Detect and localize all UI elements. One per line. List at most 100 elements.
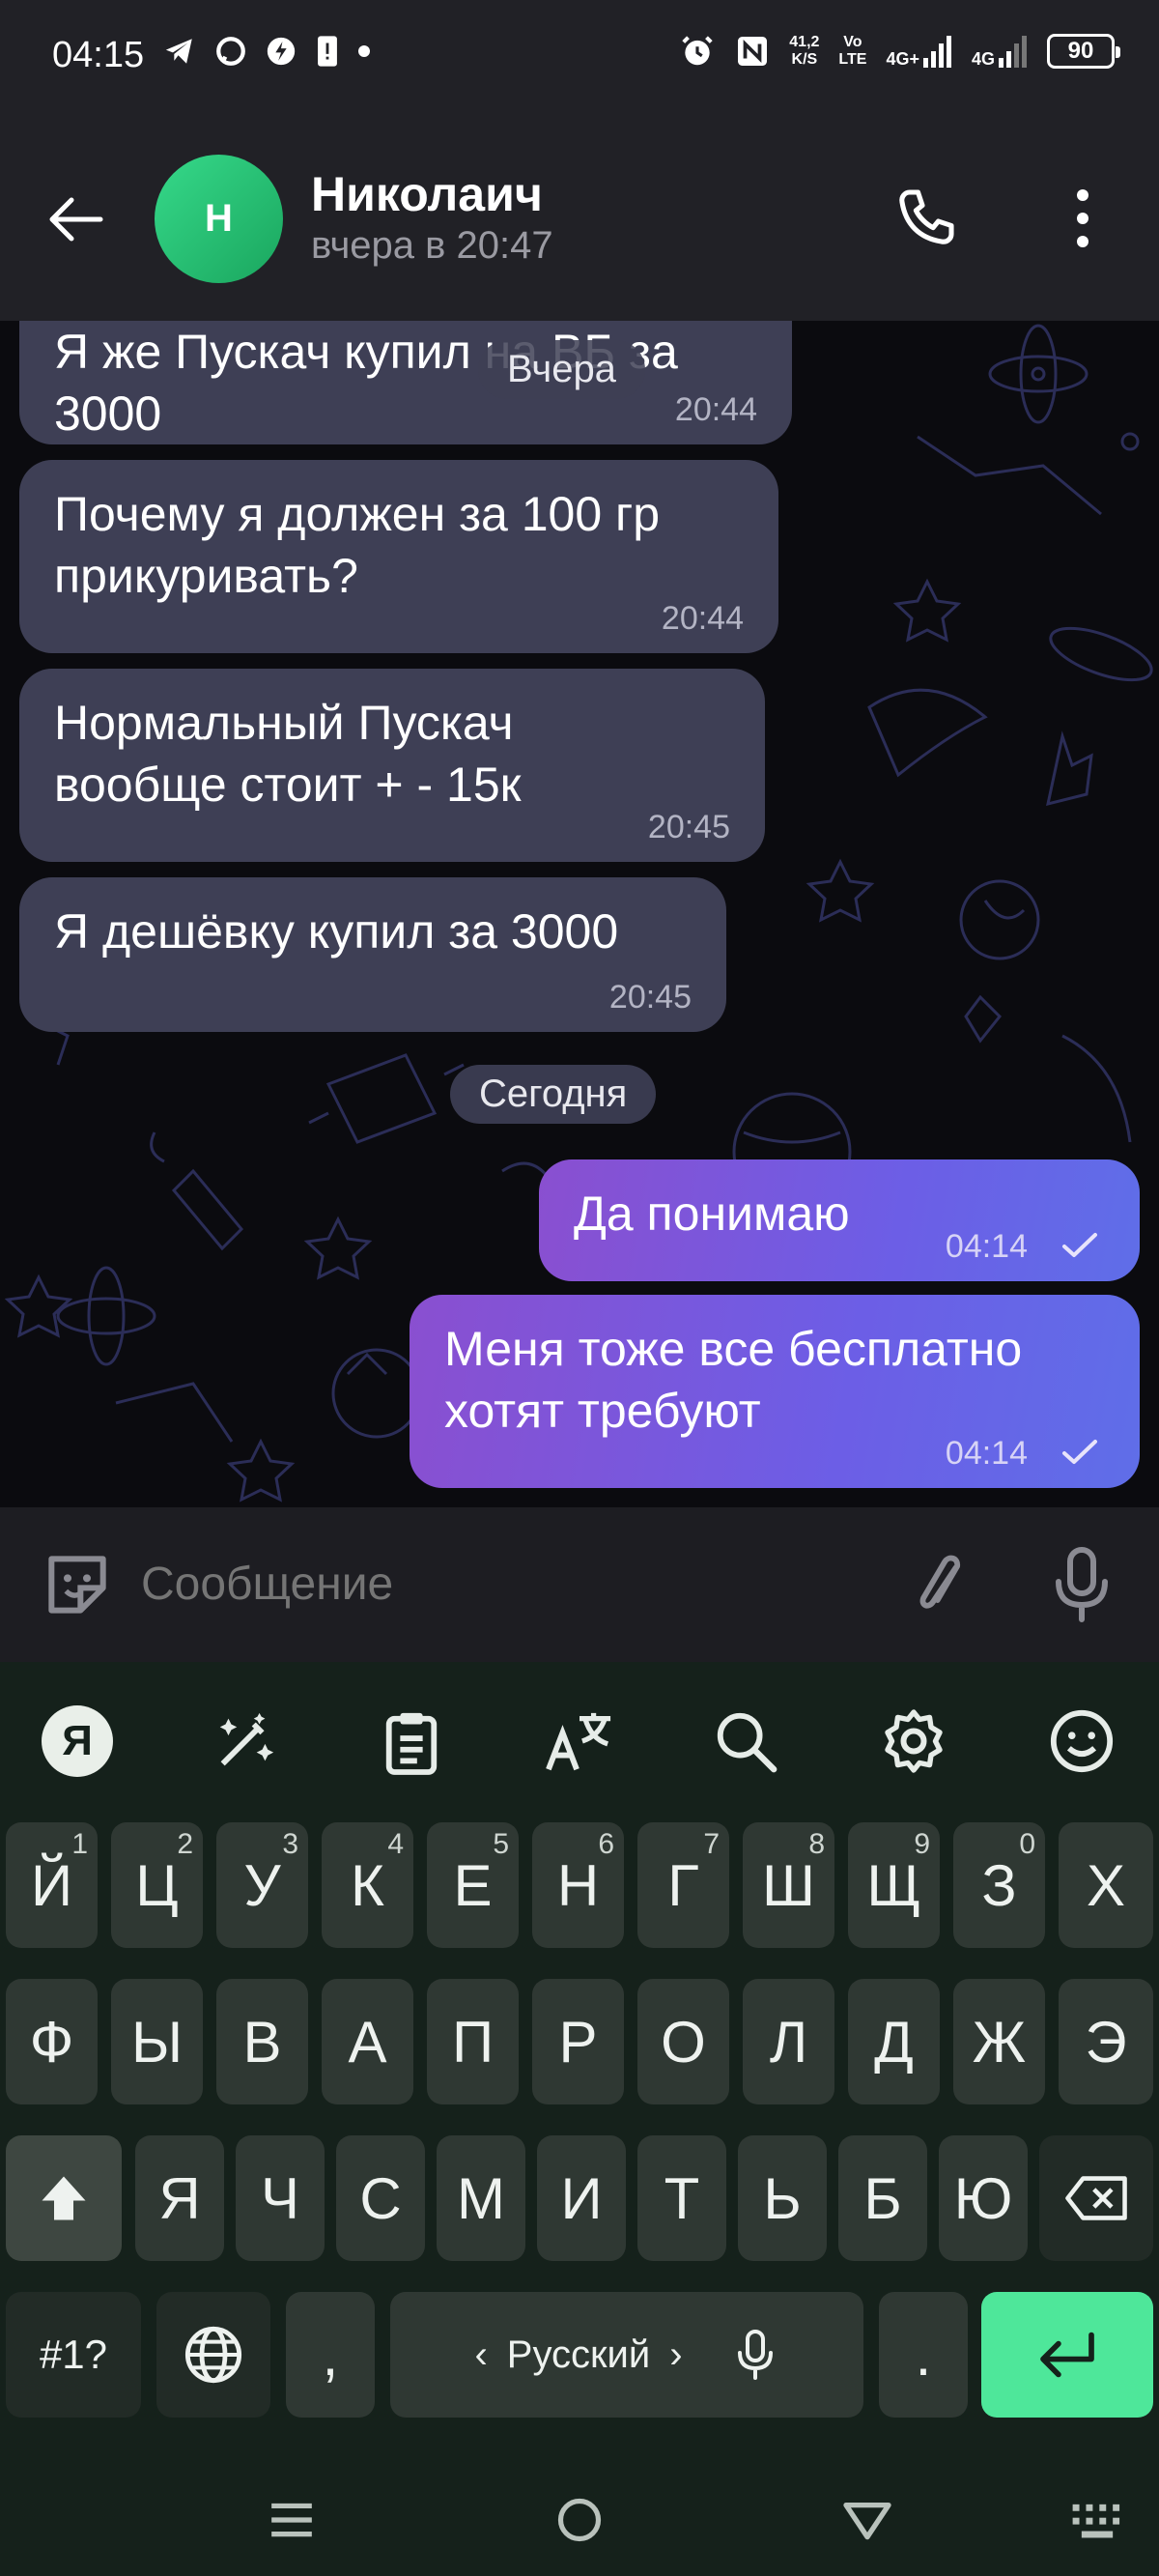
sim-alert-icon bbox=[318, 36, 337, 67]
backspace-key[interactable] bbox=[1039, 2135, 1153, 2261]
key-у[interactable]: У3 bbox=[216, 1822, 308, 1948]
message-text: Я же Пускач купил на ВБ за 3000 bbox=[54, 325, 678, 441]
contact-name[interactable]: Николаич bbox=[311, 166, 543, 222]
system-navigation-bar bbox=[0, 2460, 1159, 2576]
telegram-icon bbox=[165, 39, 192, 64]
translate-icon[interactable] bbox=[541, 1703, 618, 1780]
clipboard-icon[interactable] bbox=[373, 1703, 450, 1780]
enter-key[interactable] bbox=[981, 2292, 1153, 2418]
key-ы[interactable]: Ы bbox=[111, 1979, 203, 2104]
phone-call-icon[interactable] bbox=[890, 184, 960, 253]
shift-arrow-icon bbox=[42, 2176, 86, 2220]
key-ж[interactable]: Ж bbox=[953, 1979, 1045, 2104]
more-vertical-icon[interactable] bbox=[1059, 184, 1107, 253]
message-text: Почему я должен за 100 гр прикуривать? bbox=[54, 487, 661, 603]
yandex-logo-icon[interactable]: Я bbox=[39, 1703, 116, 1780]
key-в[interactable]: В bbox=[216, 1979, 308, 2104]
sent-check-icon bbox=[1062, 1233, 1097, 1257]
key-п[interactable]: П bbox=[427, 1979, 519, 2104]
chat-header: Н Николаич вчера в 20:47 bbox=[0, 116, 1159, 321]
message-time: 04:14 bbox=[945, 1228, 1028, 1265]
space-language-label: Русский bbox=[506, 2333, 651, 2376]
key-и[interactable]: И bbox=[537, 2135, 626, 2261]
back-triangle-icon[interactable] bbox=[829, 2481, 906, 2559]
recents-menu-icon[interactable] bbox=[253, 2481, 330, 2559]
key-с[interactable]: С bbox=[336, 2135, 425, 2261]
key-ь[interactable]: Ь bbox=[738, 2135, 827, 2261]
signal-icon bbox=[999, 36, 1027, 68]
message-incoming[interactable]: Я же Пускач купил на ВБ за 3000 20:44 bbox=[19, 321, 792, 444]
alarm-icon bbox=[682, 36, 713, 66]
search-icon[interactable] bbox=[707, 1703, 784, 1780]
shift-key[interactable] bbox=[6, 2135, 122, 2261]
key-г[interactable]: Г7 bbox=[637, 1822, 729, 1948]
message-incoming[interactable]: Я дешёвку купил за 3000 20:45 bbox=[19, 877, 726, 1032]
message-outgoing[interactable]: Да понимаю 04:14 bbox=[539, 1159, 1140, 1281]
message-text: Меня тоже все бесплатно хотят требуют bbox=[444, 1322, 1023, 1438]
key-л[interactable]: Л bbox=[743, 1979, 834, 2104]
home-circle-icon[interactable] bbox=[541, 2481, 618, 2559]
key-б[interactable]: Б bbox=[838, 2135, 927, 2261]
comma-key[interactable]: , bbox=[286, 2292, 375, 2418]
magic-wand-icon[interactable] bbox=[207, 1703, 284, 1780]
message-incoming[interactable]: Почему я должен за 100 гр прикуривать? 2… bbox=[19, 460, 778, 653]
key-о[interactable]: О bbox=[637, 1979, 729, 2104]
key-я[interactable]: Я bbox=[135, 2135, 224, 2261]
message-time: 20:45 bbox=[647, 809, 730, 845]
message-incoming[interactable]: Нормальный Пускач вообще стоит + - 15к 2… bbox=[19, 669, 765, 862]
messenger-icon bbox=[216, 37, 245, 66]
signal-icon bbox=[922, 36, 951, 68]
message-time: 20:45 bbox=[608, 979, 692, 1016]
status-system-icons: 41,2 K/S Vo LTE 4G+ 4G 90 bbox=[679, 33, 1120, 70]
message-text: Я дешёвку купил за 3000 bbox=[54, 904, 619, 959]
key-ю[interactable]: Ю bbox=[939, 2135, 1028, 2261]
message-outgoing[interactable]: Меня тоже все бесплатно хотят требуют 04… bbox=[410, 1295, 1140, 1488]
key-а[interactable]: А bbox=[322, 1979, 413, 2104]
battery-indicator: 90 bbox=[1047, 34, 1120, 69]
key-х[interactable]: Х bbox=[1059, 1822, 1153, 1948]
attach-paperclip-icon[interactable] bbox=[908, 1544, 975, 1625]
signal-sim1: 4G+ bbox=[886, 35, 952, 68]
key-р[interactable]: Р bbox=[532, 1979, 624, 2104]
globe-icon bbox=[184, 2326, 242, 2384]
nfc-icon bbox=[738, 37, 768, 66]
sent-check-icon bbox=[1062, 1440, 1097, 1464]
key-д[interactable]: Д bbox=[848, 1979, 940, 2104]
microphone-icon[interactable] bbox=[1047, 1544, 1117, 1625]
signal-sim2: 4G bbox=[972, 35, 1028, 68]
status-notification-icons bbox=[162, 35, 371, 68]
back-arrow-icon[interactable] bbox=[46, 195, 104, 243]
space-key[interactable]: ‹ Русский › bbox=[390, 2292, 863, 2418]
key-м[interactable]: М bbox=[437, 2135, 525, 2261]
key-н[interactable]: Н6 bbox=[532, 1822, 624, 1948]
language-globe-key[interactable] bbox=[156, 2292, 270, 2418]
key-ш[interactable]: Ш8 bbox=[743, 1822, 834, 1948]
emoji-icon[interactable] bbox=[1043, 1703, 1120, 1780]
chat-messages-area[interactable]: Я же Пускач купил на ВБ за 3000 20:44 Вч… bbox=[0, 321, 1159, 1507]
key-ф[interactable]: Ф bbox=[6, 1979, 98, 2104]
space-right-arrow: › bbox=[669, 2333, 683, 2376]
key-ц[interactable]: Ц2 bbox=[111, 1822, 203, 1948]
sticker-emoji-icon[interactable] bbox=[39, 1546, 116, 1623]
dot-icon bbox=[358, 45, 370, 57]
key-з[interactable]: З0 bbox=[953, 1822, 1045, 1948]
avatar[interactable]: Н bbox=[155, 155, 283, 283]
message-time: 04:14 bbox=[945, 1435, 1028, 1472]
message-composer bbox=[0, 1507, 1159, 1662]
key-э[interactable]: Э bbox=[1059, 1979, 1153, 2104]
power-icon bbox=[267, 37, 296, 66]
key-ч[interactable]: Ч bbox=[236, 2135, 325, 2261]
status-time: 04:15 bbox=[52, 35, 145, 75]
symbols-key[interactable]: #1? bbox=[6, 2292, 141, 2418]
key-й[interactable]: Й1 bbox=[6, 1822, 98, 1948]
key-т[interactable]: Т bbox=[637, 2135, 726, 2261]
settings-gear-icon[interactable] bbox=[875, 1703, 952, 1780]
date-separator: Сегодня bbox=[450, 1065, 657, 1124]
message-input[interactable] bbox=[141, 1558, 875, 1611]
key-щ[interactable]: Щ9 bbox=[848, 1822, 940, 1948]
date-label-floating: Вчера bbox=[478, 340, 645, 399]
key-к[interactable]: К4 bbox=[322, 1822, 413, 1948]
period-key[interactable]: . bbox=[879, 2292, 968, 2418]
key-е[interactable]: Е5 bbox=[427, 1822, 519, 1948]
keyboard-switch-icon[interactable] bbox=[1059, 2481, 1136, 2559]
